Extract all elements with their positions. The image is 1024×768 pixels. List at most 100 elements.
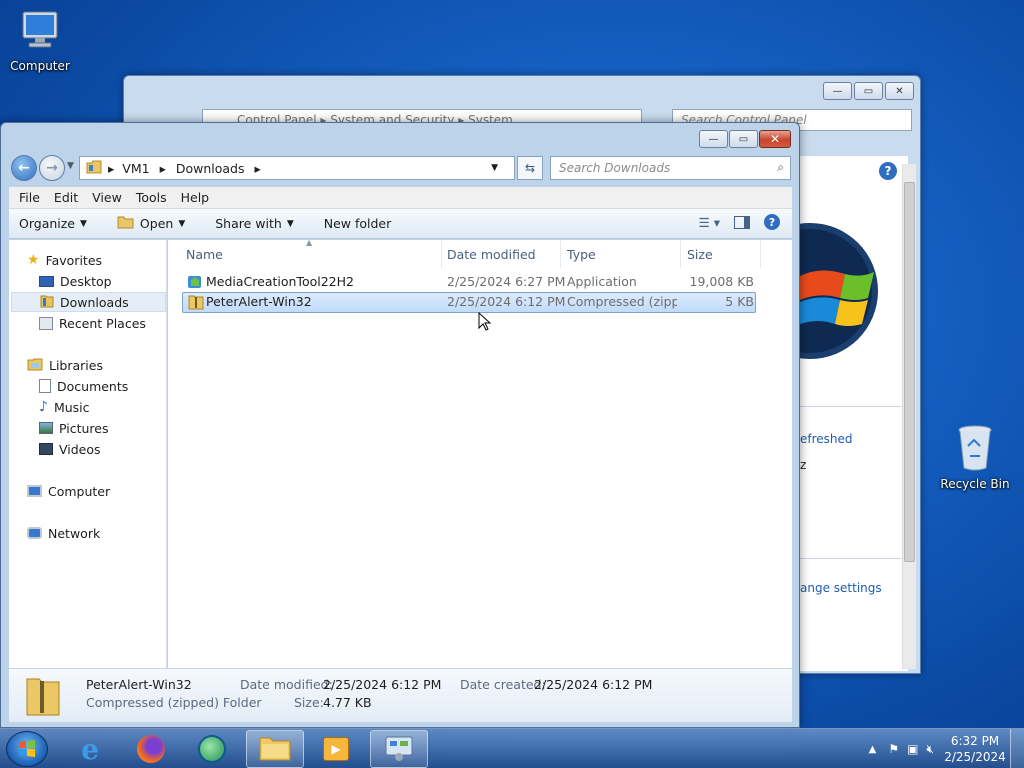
clock-time: 6:32 PM bbox=[950, 734, 1000, 748]
taskbar: e ▶ ▲ ⚑ ▣ 🔇︎ 6:32 PM 2/25/2024 bbox=[0, 728, 1024, 768]
clock[interactable]: 6:32 PM 2/25/2024 bbox=[940, 733, 1010, 765]
file-name: MediaCreationTool22H2 bbox=[206, 274, 354, 289]
file-name: PeterAlert-Win32 bbox=[206, 294, 312, 309]
nav-libraries[interactable]: Libraries bbox=[27, 355, 103, 375]
cp-close-button[interactable]: ✕ bbox=[885, 82, 914, 100]
desktop-recycle-bin[interactable]: Recycle Bin bbox=[935, 424, 1015, 491]
documents-icon bbox=[39, 379, 51, 393]
taskbar-explorer[interactable] bbox=[246, 730, 304, 768]
cp-minimize-button[interactable]: — bbox=[823, 82, 852, 100]
navigation-pane: ★ Favorites Desktop Downloads Recent Plac… bbox=[9, 240, 167, 668]
menu-file[interactable]: File bbox=[19, 190, 40, 205]
windows-logo bbox=[742, 216, 900, 366]
cp-maximize-button[interactable]: ▭ bbox=[854, 82, 883, 100]
address-dropdown-icon[interactable]: ▼ bbox=[491, 163, 498, 173]
column-name[interactable]: Name bbox=[180, 240, 442, 268]
star-icon: ★ bbox=[27, 252, 40, 268]
refresh-button[interactable]: ⇆ bbox=[517, 156, 543, 180]
windows-flag-icon bbox=[19, 740, 35, 757]
menu-tools[interactable]: Tools bbox=[136, 190, 167, 205]
taskbar-control-panel[interactable] bbox=[370, 730, 428, 768]
details-pane: PeterAlert-Win32 Compressed (zipped) Fol… bbox=[9, 668, 792, 722]
cp-link-change-settings[interactable]: ange settings bbox=[800, 581, 882, 595]
file-date: 2/25/2024 6:27 PM bbox=[447, 274, 566, 289]
nav-pictures[interactable]: Pictures bbox=[39, 418, 109, 438]
organize-button[interactable]: Organize ▼ bbox=[19, 216, 87, 231]
taskbar-firefox[interactable] bbox=[122, 730, 180, 768]
cp-scrollbar[interactable] bbox=[902, 164, 916, 669]
internet-explorer-icon: e bbox=[81, 732, 99, 766]
application-icon bbox=[187, 274, 203, 293]
minimize-button[interactable]: — bbox=[699, 130, 728, 148]
file-type: Application bbox=[567, 274, 637, 289]
desktop-icon bbox=[39, 275, 54, 287]
media-player-icon: ▶ bbox=[323, 737, 349, 761]
details-size-label: Size: bbox=[294, 695, 324, 710]
nav-videos[interactable]: Videos bbox=[39, 439, 101, 459]
view-options-icon[interactable]: ☰ ▾ bbox=[699, 215, 720, 230]
nav-recent-places[interactable]: Recent Places bbox=[39, 313, 146, 333]
nav-music[interactable]: ♪ Music bbox=[39, 397, 90, 417]
show-desktop-button[interactable] bbox=[1010, 729, 1024, 768]
videos-icon bbox=[39, 443, 53, 455]
forward-button[interactable]: → bbox=[39, 155, 65, 181]
menu-help[interactable]: Help bbox=[181, 190, 210, 205]
menu-view[interactable]: View bbox=[92, 190, 122, 205]
volume-muted-icon[interactable]: 🔇︎ bbox=[926, 742, 934, 757]
nav-computer[interactable]: Computer bbox=[27, 481, 110, 501]
system-tray: ▲ ⚑ ▣ 🔇︎ 6:32 PM 2/25/2024 bbox=[869, 729, 1024, 768]
breadcrumb-vm1[interactable]: VM1 bbox=[122, 161, 149, 176]
action-center-flag-icon[interactable]: ⚑ bbox=[888, 742, 899, 756]
preview-pane-icon[interactable] bbox=[734, 215, 750, 229]
computer-small-icon bbox=[27, 485, 42, 497]
network-tray-icon[interactable]: ▣ bbox=[907, 742, 918, 756]
help-icon[interactable]: ? bbox=[764, 214, 780, 230]
cp-link-refreshed[interactable]: efreshed bbox=[800, 432, 853, 446]
show-hidden-icons[interactable]: ▲ bbox=[869, 744, 877, 755]
downloads-folder-icon bbox=[40, 294, 54, 311]
cp-help-icon[interactable]: ? bbox=[879, 162, 897, 180]
nav-downloads[interactable]: Downloads bbox=[11, 292, 166, 312]
file-row-selected[interactable]: PeterAlert-Win32 2/25/2024 6:12 PM Compr… bbox=[182, 292, 756, 313]
column-type[interactable]: Type bbox=[561, 240, 681, 268]
close-button[interactable]: ✕ bbox=[759, 130, 791, 148]
open-button[interactable]: Open ▼ bbox=[117, 215, 185, 232]
file-date: 2/25/2024 6:12 PM bbox=[447, 294, 566, 309]
nav-favorites[interactable]: ★ Favorites bbox=[27, 250, 102, 270]
zip-folder-icon bbox=[188, 294, 204, 313]
taskbar-media-player[interactable]: ▶ bbox=[307, 730, 365, 768]
taskbar-app[interactable] bbox=[183, 730, 241, 768]
file-size: 19,008 KB bbox=[689, 274, 754, 289]
new-folder-button[interactable]: New folder bbox=[324, 216, 392, 231]
desktop-computer-icon[interactable]: Computer bbox=[0, 8, 80, 73]
file-row[interactable]: MediaCreationTool22H2 2/25/2024 6:27 PM … bbox=[182, 272, 756, 293]
file-size: 5 KB bbox=[725, 294, 754, 309]
network-icon bbox=[27, 527, 42, 539]
music-icon: ♪ bbox=[39, 399, 48, 415]
details-name: PeterAlert-Win32 bbox=[86, 677, 192, 692]
menu-bar: File Edit View Tools Help bbox=[9, 187, 792, 209]
taskbar-ie[interactable]: e bbox=[61, 730, 119, 768]
start-button[interactable] bbox=[6, 731, 48, 767]
firefox-icon bbox=[137, 735, 165, 763]
computer-icon bbox=[0, 8, 80, 57]
recent-places-icon bbox=[39, 316, 53, 330]
details-type: Compressed (zipped) Folder bbox=[86, 695, 262, 710]
nav-network[interactable]: Network bbox=[27, 523, 100, 543]
address-bar[interactable]: ▸ VM1 ▸ Downloads ▸ ▼ bbox=[79, 156, 515, 180]
maximize-button[interactable]: ▭ bbox=[729, 130, 758, 148]
nav-desktop[interactable]: Desktop bbox=[39, 271, 112, 291]
breadcrumb-downloads[interactable]: Downloads bbox=[176, 161, 245, 176]
command-bar: Organize ▼ Open ▼ Share with ▼ New folder ☰… bbox=[9, 209, 792, 239]
recent-pages-dropdown[interactable]: ▼ bbox=[67, 161, 74, 171]
column-size[interactable]: Size bbox=[681, 240, 761, 268]
share-with-button[interactable]: Share with ▼ bbox=[215, 216, 294, 231]
menu-edit[interactable]: Edit bbox=[54, 190, 78, 205]
search-input[interactable]: Search Downloads ⌕ bbox=[550, 156, 791, 180]
column-date-modified[interactable]: Date modified bbox=[441, 240, 561, 268]
clock-date: 2/25/2024 bbox=[944, 750, 1006, 764]
explorer-window[interactable]: — ▭ ✕ ← → ▼ ▸ VM1 ▸ Downloads ▸ ▼ ⇆ Sear… bbox=[0, 122, 800, 728]
nav-documents[interactable]: Documents bbox=[39, 376, 128, 396]
search-icon: ⌕ bbox=[777, 160, 784, 174]
back-button[interactable]: ← bbox=[11, 155, 37, 181]
